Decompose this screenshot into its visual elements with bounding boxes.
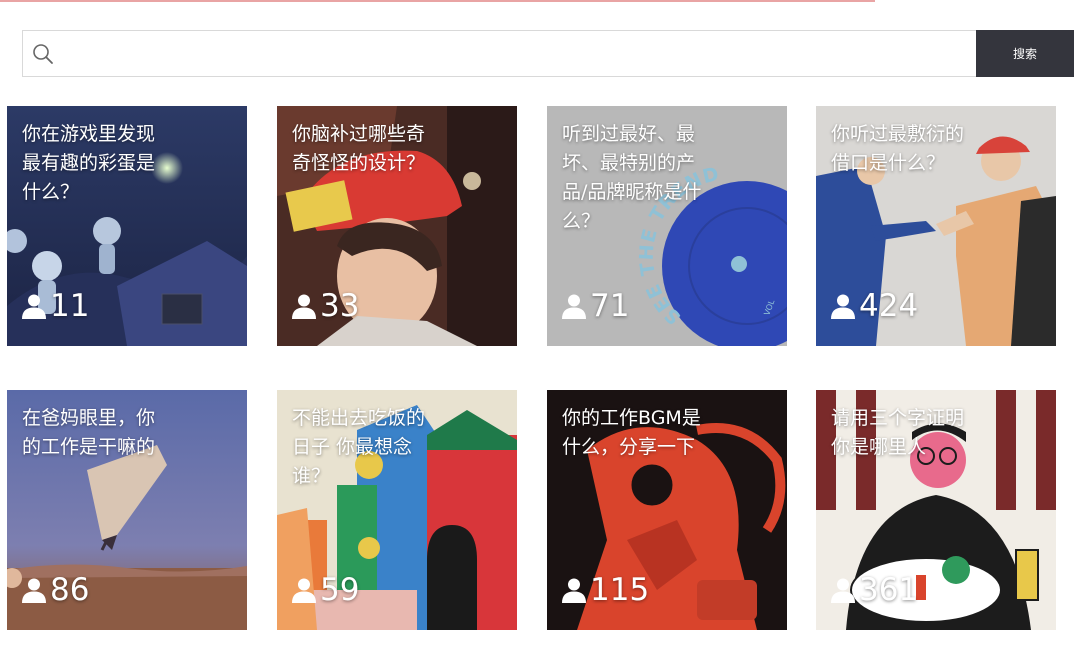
participant-count: 115 — [561, 570, 649, 610]
count-number: 86 — [50, 572, 90, 608]
card-title: 听到过最好、最坏、最特别的产品/品牌昵称是什么？ — [562, 123, 702, 232]
count-number: 11 — [50, 288, 90, 324]
user-icon — [292, 578, 316, 603]
count-number: 33 — [320, 288, 360, 324]
topic-card-imagined-design[interactable]: 你脑补过哪些奇奇怪怪的设计？ 33 — [277, 106, 517, 346]
topic-card-excuses[interactable]: 你听过最敷衍的借口是什么？ 424 — [816, 106, 1056, 346]
user-icon — [831, 578, 855, 603]
user-icon — [22, 294, 46, 319]
card-title: 你的工作BGM是什么，分享一下 — [562, 407, 701, 458]
participant-count: 59 — [291, 570, 359, 610]
count-number: 59 — [320, 572, 360, 608]
participant-count: 11 — [21, 286, 89, 326]
card-title: 你脑补过哪些奇奇怪怪的设计？ — [292, 123, 426, 174]
search-input[interactable] — [67, 31, 977, 76]
count-number: 115 — [590, 572, 650, 608]
card-title: 你在游戏里发现最有趣的彩蛋是什么？ — [22, 123, 156, 203]
topic-card-product-nickname[interactable]: SEE THE TREND VOL 听到过最好、最坏、最特别的产品/品牌昵称是什… — [547, 106, 787, 346]
participant-count: 424 — [830, 286, 918, 326]
participant-count: 86 — [21, 570, 89, 610]
top-accent-line — [0, 0, 875, 2]
search-icon — [33, 44, 53, 64]
card-title: 请用三个字证明你是哪里人 — [831, 407, 965, 458]
participant-count: 71 — [561, 286, 629, 326]
search-bar: 搜索 — [22, 30, 1074, 77]
user-icon — [292, 294, 316, 319]
user-icon — [22, 578, 46, 603]
count-number: 361 — [859, 572, 919, 608]
topic-card-parents-view[interactable]: 在爸妈眼里，你的工作是干嘛的 86 — [7, 390, 247, 630]
user-icon — [831, 294, 855, 319]
card-title: 你听过最敷衍的借口是什么？ — [831, 123, 965, 174]
card-title: 在爸妈眼里，你的工作是干嘛的 — [22, 407, 156, 458]
topic-card-easter-egg[interactable]: 你在游戏里发现最有趣的彩蛋是什么？ 11 — [7, 106, 247, 346]
user-icon — [562, 294, 586, 319]
topic-card-miss-someone[interactable]: 不能出去吃饭的日子 你最想念谁？ 59 — [277, 390, 517, 630]
topic-card-hometown[interactable]: 请用三个字证明你是哪里人 361 — [816, 390, 1056, 630]
user-icon — [562, 578, 586, 603]
participant-count: 33 — [291, 286, 359, 326]
topic-card-work-bgm[interactable]: 你的工作BGM是什么，分享一下 115 — [547, 390, 787, 630]
count-number: 424 — [859, 288, 919, 324]
count-number: 71 — [590, 288, 630, 324]
search-button[interactable]: 搜索 — [976, 30, 1074, 77]
card-title: 不能出去吃饭的日子 你最想念谁？ — [292, 407, 426, 487]
participant-count: 361 — [830, 570, 918, 610]
